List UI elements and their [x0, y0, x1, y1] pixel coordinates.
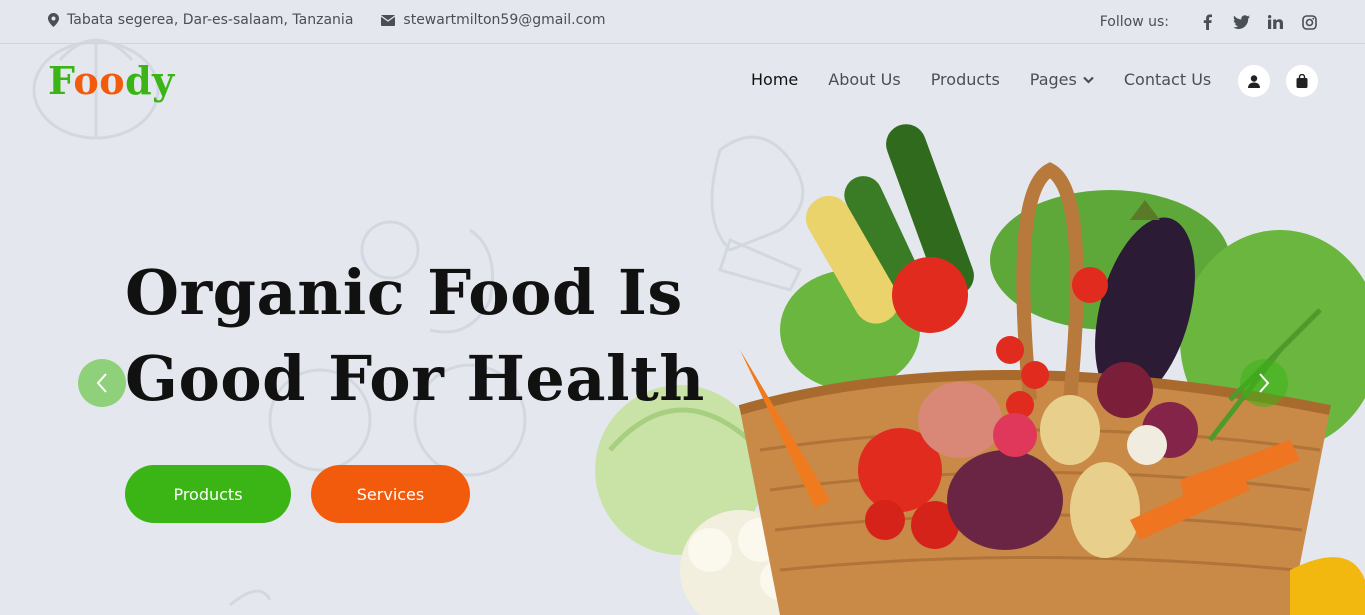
user-account-button[interactable]	[1238, 65, 1270, 97]
carousel-next-button[interactable]	[1240, 359, 1288, 407]
nav-item-home[interactable]: Home	[751, 70, 798, 89]
cart-button[interactable]	[1286, 65, 1318, 97]
nav-item-contact-us[interactable]: Contact Us	[1124, 70, 1211, 89]
email-info[interactable]: stewartmilton59@gmail.com	[381, 12, 605, 28]
chevron-left-icon	[96, 373, 107, 393]
top-bar: Tabata segerea, Dar-es-salaam, Tanzania …	[0, 0, 1365, 44]
services-button[interactable]: Services	[311, 465, 470, 523]
carousel-prev-button[interactable]	[78, 359, 126, 407]
nav-item-pages-label: Pages	[1029, 70, 1077, 89]
hero-title-line1: Organic Food Is	[125, 256, 683, 329]
products-button[interactable]: Products	[125, 465, 291, 523]
main-nav: Home About Us Products Pages Contact Us	[751, 70, 1241, 89]
envelope-icon	[381, 14, 396, 26]
hero-title: Organic Food Is Good For Health	[125, 250, 745, 422]
chevron-right-icon	[1259, 373, 1270, 393]
linkedin-icon[interactable]	[1265, 12, 1285, 32]
logo[interactable]: Foody	[48, 58, 175, 103]
twitter-icon[interactable]	[1231, 12, 1251, 32]
logo-text-dy: dy	[125, 58, 175, 103]
logo-text-oo: oo	[73, 58, 126, 103]
nav-item-products[interactable]: Products	[931, 70, 1000, 89]
nav-item-about-us[interactable]: About Us	[828, 70, 900, 89]
follow-us-label: Follow us:	[1099, 14, 1169, 30]
chevron-down-icon	[1083, 76, 1094, 84]
facebook-icon[interactable]	[1197, 12, 1217, 32]
shopping-bag-icon	[1296, 74, 1308, 88]
user-icon	[1248, 74, 1260, 88]
nav-item-pages[interactable]: Pages	[1030, 70, 1094, 89]
hero-title-line2: Good For Health	[125, 342, 705, 415]
address-info: Tabata segerea, Dar-es-salaam, Tanzania	[48, 12, 353, 28]
instagram-icon[interactable]	[1299, 12, 1319, 32]
logo-text-f: F	[48, 58, 74, 103]
address-text: Tabata segerea, Dar-es-salaam, Tanzania	[67, 12, 354, 28]
email-text[interactable]: stewartmilton59@gmail.com	[403, 12, 605, 28]
location-pin-icon	[48, 13, 59, 27]
